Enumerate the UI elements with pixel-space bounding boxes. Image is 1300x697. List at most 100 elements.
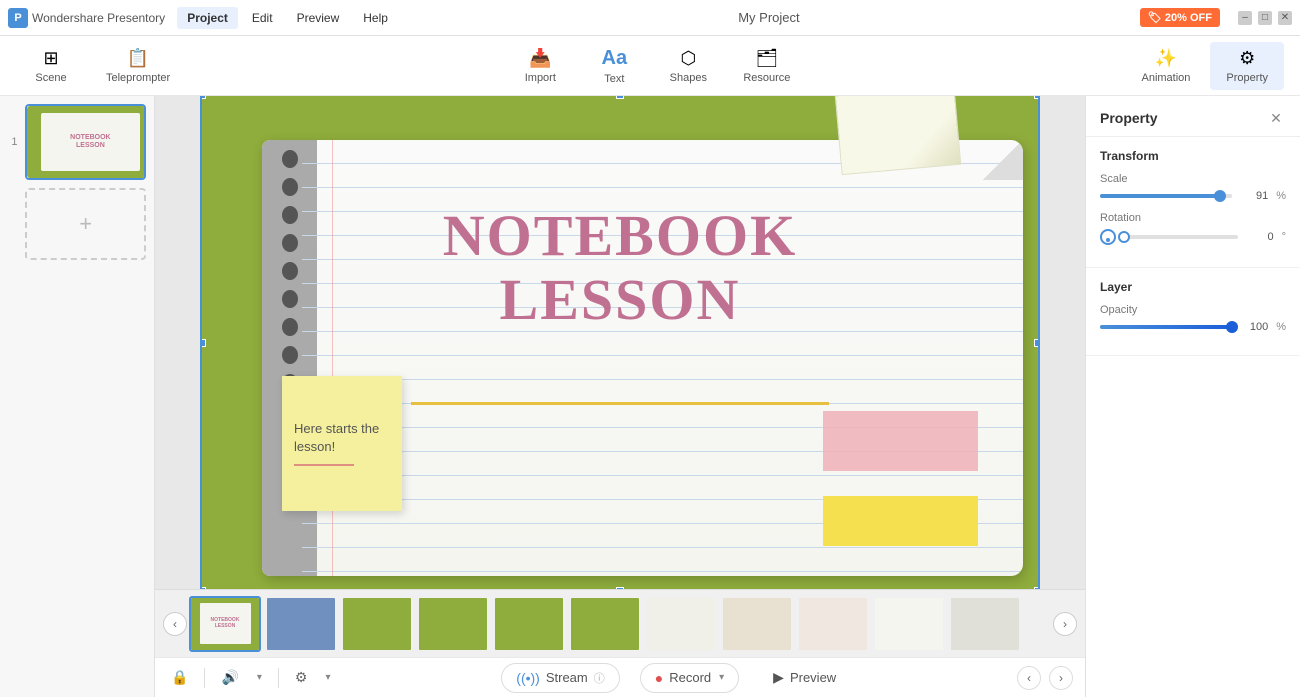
titlebar-right: 🏷 20% OFF – □ ✕ bbox=[1140, 8, 1292, 27]
volume-dropdown[interactable]: ▾ bbox=[253, 668, 266, 687]
film-thumb-7[interactable] bbox=[645, 596, 717, 652]
film-thumb-10[interactable] bbox=[873, 596, 945, 652]
dog-ear bbox=[983, 140, 1023, 180]
handle-top-right[interactable] bbox=[1034, 96, 1040, 99]
scale-slider-track[interactable] bbox=[1100, 194, 1232, 198]
menu-help[interactable]: Help bbox=[353, 7, 398, 29]
record-dropdown[interactable]: ▾ bbox=[719, 672, 724, 683]
film-thumb-2[interactable] bbox=[265, 596, 337, 652]
film-thumb-5[interactable] bbox=[493, 596, 565, 652]
property-panel: Property ✕ Transform Scale 91 % R bbox=[1085, 96, 1300, 697]
handle-bottom-left[interactable] bbox=[200, 587, 206, 590]
film-thumb-11[interactable] bbox=[949, 596, 1021, 652]
film-thumb-4[interactable] bbox=[417, 596, 489, 652]
scale-slider-thumb[interactable] bbox=[1214, 190, 1226, 202]
handle-bottom-center[interactable] bbox=[616, 587, 624, 590]
filmstrip-thumbs: NOTEBOOKLESSON bbox=[189, 596, 1051, 652]
film-thumb-5-bg bbox=[495, 598, 563, 650]
underline-decoration bbox=[411, 402, 829, 405]
film-thumb-2-bg bbox=[267, 598, 335, 650]
slide-number-1: 1 bbox=[8, 136, 21, 148]
titlebar-left: P Wondershare Presentory Project Edit Pr… bbox=[8, 7, 398, 29]
nav-prev[interactable]: ‹ bbox=[1017, 666, 1041, 690]
film-thumb-1[interactable]: NOTEBOOKLESSON bbox=[189, 596, 261, 652]
toolbar: ⊞ Scene 📋 Teleprompter 📥 Import Aa Text … bbox=[0, 36, 1300, 96]
bottombar-right: ‹ › bbox=[1017, 666, 1073, 690]
toolbar-shapes[interactable]: ⬡ Shapes bbox=[653, 42, 723, 90]
rotation-knob-dot bbox=[1106, 238, 1110, 242]
handle-top-left[interactable] bbox=[200, 96, 206, 99]
toolbar-resource[interactable]: 🗂 Resource bbox=[727, 42, 806, 90]
film-thumb-9[interactable] bbox=[797, 596, 869, 652]
window-controls: – □ ✕ bbox=[1238, 11, 1292, 25]
preview-button[interactable]: ▶ Preview bbox=[759, 663, 850, 692]
stream-icon: ((•)) bbox=[516, 670, 540, 686]
opacity-value: 100 bbox=[1240, 321, 1268, 333]
promo-badge[interactable]: 🏷 20% OFF bbox=[1140, 8, 1220, 27]
add-slide-button[interactable]: + bbox=[25, 188, 146, 260]
panel-close-button[interactable]: ✕ bbox=[1266, 108, 1286, 128]
record-button[interactable]: ● Record ▾ bbox=[640, 663, 739, 693]
preview-label: Preview bbox=[790, 670, 836, 685]
toolbar-animation[interactable]: ✨ Animation bbox=[1126, 42, 1207, 90]
project-title: My Project bbox=[738, 10, 799, 25]
film-thumb-8[interactable] bbox=[721, 596, 793, 652]
import-icon: 📥 bbox=[529, 48, 551, 69]
canvas-wrapper[interactable]: NOTEBOOK LESSON Here starts the lesson! bbox=[155, 96, 1085, 589]
menu-edit[interactable]: Edit bbox=[242, 7, 283, 29]
scale-label: Scale bbox=[1100, 173, 1286, 185]
filmstrip-next[interactable]: › bbox=[1053, 612, 1077, 636]
handle-middle-right[interactable] bbox=[1034, 339, 1040, 347]
settings-icon[interactable]: ⚙ bbox=[291, 665, 312, 690]
slide-background: NOTEBOOK LESSON Here starts the lesson! bbox=[202, 96, 1038, 589]
panel-title: Property bbox=[1100, 110, 1158, 126]
scale-value: 91 bbox=[1240, 190, 1268, 202]
handle-top-center[interactable] bbox=[616, 96, 624, 99]
toolbar-text-label: Text bbox=[604, 73, 624, 85]
menu-preview[interactable]: Preview bbox=[287, 7, 350, 29]
toolbar-scene[interactable]: ⊞ Scene bbox=[16, 42, 86, 90]
opacity-label: Opacity bbox=[1100, 304, 1286, 316]
filmstrip-prev[interactable]: ‹ bbox=[163, 612, 187, 636]
stream-button[interactable]: ((•)) Stream ⓘ bbox=[501, 663, 619, 693]
sticky-note-text: Here starts the lesson! bbox=[294, 420, 390, 456]
opacity-slider-thumb[interactable] bbox=[1226, 321, 1238, 333]
canvas-area: NOTEBOOK LESSON Here starts the lesson! bbox=[155, 96, 1085, 697]
toolbar-scene-label: Scene bbox=[35, 72, 66, 84]
window-close[interactable]: ✕ bbox=[1278, 11, 1292, 25]
rotation-knob[interactable] bbox=[1100, 229, 1116, 245]
toolbar-text[interactable]: Aa Text bbox=[579, 41, 649, 91]
opacity-slider-track[interactable] bbox=[1100, 325, 1232, 329]
handle-middle-left[interactable] bbox=[200, 339, 206, 347]
layer-section-title: Layer bbox=[1100, 280, 1286, 294]
nav-next[interactable]: › bbox=[1049, 666, 1073, 690]
film-thumb-9-bg bbox=[799, 598, 867, 650]
film-thumb-6[interactable] bbox=[569, 596, 641, 652]
lock-icon[interactable]: 🔒 bbox=[167, 665, 192, 690]
slide-thumb-1[interactable]: NOTEBOOKLESSON bbox=[25, 104, 146, 180]
handle-bottom-right[interactable] bbox=[1034, 587, 1040, 590]
toolbar-property[interactable]: ⚙ Property bbox=[1210, 42, 1284, 90]
spiral-hole bbox=[282, 262, 298, 280]
toolbar-import[interactable]: 📥 Import bbox=[505, 42, 575, 90]
settings-dropdown[interactable]: ▾ bbox=[321, 668, 334, 687]
titlebar: P Wondershare Presentory Project Edit Pr… bbox=[0, 0, 1300, 36]
rotation-track[interactable] bbox=[1124, 235, 1238, 239]
menu-project[interactable]: Project bbox=[177, 7, 238, 29]
window-maximize[interactable]: □ bbox=[1258, 11, 1272, 25]
animation-icon: ✨ bbox=[1155, 48, 1177, 69]
volume-icon[interactable]: 🔊 bbox=[217, 665, 242, 690]
rotation-value: 0 bbox=[1246, 231, 1274, 243]
toolbar-teleprompter[interactable]: 📋 Teleprompter bbox=[90, 42, 186, 90]
toolbar-animation-label: Animation bbox=[1142, 72, 1191, 84]
window-minimize[interactable]: – bbox=[1238, 11, 1252, 25]
film-thumb-8-bg bbox=[723, 598, 791, 650]
separator-2 bbox=[278, 668, 279, 688]
film-thumb-3[interactable] bbox=[341, 596, 413, 652]
title-line2: LESSON bbox=[443, 268, 797, 332]
rotation-thumb[interactable] bbox=[1118, 231, 1130, 243]
main-canvas[interactable]: NOTEBOOK LESSON Here starts the lesson! bbox=[200, 96, 1040, 589]
slides-sidebar: 1 NOTEBOOKLESSON + bbox=[0, 96, 155, 697]
separator-1 bbox=[204, 668, 205, 688]
teleprompter-icon: 📋 bbox=[127, 48, 149, 69]
